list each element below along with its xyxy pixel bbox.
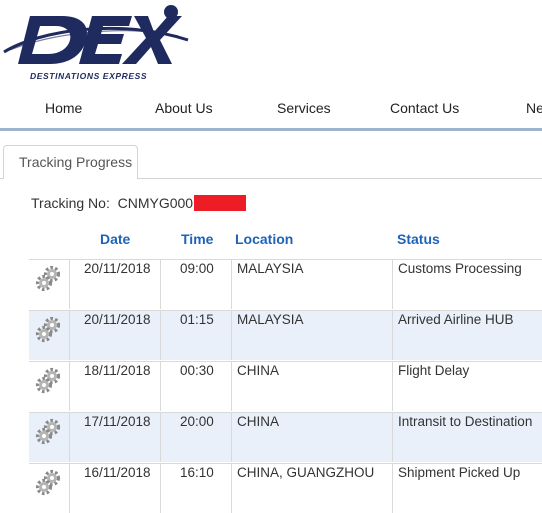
cell-location: CHINA (237, 363, 280, 378)
cell-location: MALAYSIA (237, 312, 304, 327)
cell-date: 20/11/2018 (84, 312, 151, 327)
cell-status: Arrived Airline HUB (398, 312, 514, 327)
header-time[interactable]: Time (181, 231, 213, 247)
table-row: 20/11/2018 09:00 MALAYSIA Customs Proces… (29, 259, 542, 309)
gears-icon (35, 367, 61, 394)
cell-date: 17/11/2018 (84, 414, 151, 429)
gears-icon (35, 265, 61, 292)
cell-location: CHINA (237, 414, 280, 429)
cell-status: Customs Processing (398, 261, 522, 276)
gears-icon (35, 469, 61, 496)
cell-status: Intransit to Destination (398, 414, 533, 429)
cell-time: 01:15 (180, 312, 214, 327)
nav-contact-us[interactable]: Contact Us (390, 100, 459, 116)
cell-time: 09:00 (180, 261, 214, 276)
header-status[interactable]: Status (397, 231, 440, 247)
dex-logo-mark (3, 5, 189, 64)
table-row: 17/11/2018 20:00 CHINA Intransit to Dest… (29, 412, 542, 462)
header-date[interactable]: Date (100, 231, 130, 247)
cell-location: MALAYSIA (237, 261, 304, 276)
cell-date: 16/11/2018 (84, 465, 151, 480)
cell-location: CHINA, GUANGZHOU (237, 465, 375, 480)
table-row: 18/11/2018 00:30 CHINA Flight Delay (29, 361, 542, 411)
table-row: 16/11/2018 16:10 CHINA, GUANGZHOU Shipme… (29, 463, 542, 513)
cell-time: 20:00 (180, 414, 214, 429)
tracking-number-value: CNMYG000 (117, 195, 194, 211)
table-row: 20/11/2018 01:15 MALAYSIA Arrived Airlin… (29, 310, 542, 360)
nav-news-truncated[interactable]: Ne (526, 100, 542, 116)
gears-icon (35, 316, 61, 343)
tab-tracking-progress[interactable]: Tracking Progress (3, 145, 138, 179)
nav-services[interactable]: Services (277, 100, 331, 116)
logo-tagline: DESTINATIONS EXPRESS (30, 71, 148, 81)
nav-divider (0, 128, 542, 131)
cell-date: 18/11/2018 (84, 363, 151, 378)
cell-status: Flight Delay (398, 363, 470, 378)
gears-icon (35, 418, 61, 445)
cell-date: 20/11/2018 (84, 261, 151, 276)
cell-status: Shipment Picked Up (398, 465, 521, 480)
nav-home[interactable]: Home (45, 100, 82, 116)
dex-logo[interactable]: DESTINATIONS EXPRESS (0, 0, 190, 90)
redaction-box (194, 195, 247, 211)
cell-time: 00:30 (180, 363, 214, 378)
nav-about-us[interactable]: About Us (155, 100, 213, 116)
main-nav: Home About Us Services Contact Us Ne (0, 96, 542, 124)
tab-label: Tracking Progress (19, 154, 133, 170)
header-location[interactable]: Location (235, 231, 293, 247)
cell-time: 16:10 (180, 465, 214, 480)
tracking-number: Tracking No: CNMYG000 (31, 195, 247, 211)
tracking-label: Tracking No: (31, 195, 110, 211)
